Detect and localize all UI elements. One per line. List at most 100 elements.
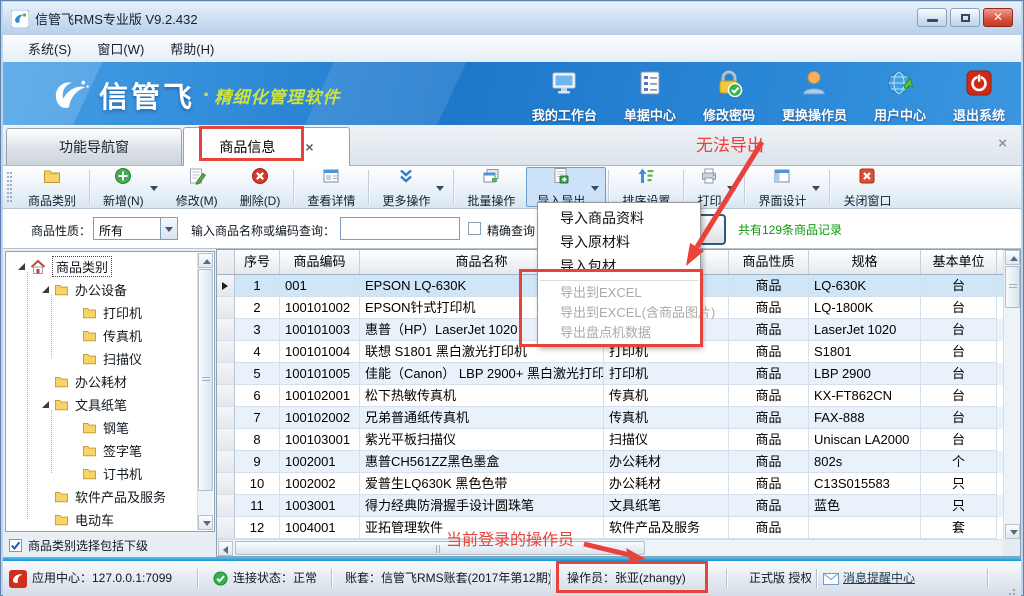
category-button[interactable]: 商品类别 — [17, 167, 87, 207]
tree-item-root[interactable]: 商品类别 — [6, 255, 197, 278]
tree-item[interactable]: 办公耗材 — [6, 370, 197, 393]
scroll-down-icon[interactable] — [1005, 524, 1020, 539]
header-spec[interactable]: 规格 — [809, 250, 921, 274]
panel-close-icon[interactable]: × — [998, 135, 1007, 152]
menu-window[interactable]: 窗口(W) — [84, 35, 157, 62]
exit-system-button[interactable]: 退出系统 — [953, 69, 1005, 124]
scroll-up-icon[interactable] — [1005, 250, 1020, 265]
maximize-button[interactable] — [950, 8, 980, 27]
category-folder-icon — [43, 167, 61, 190]
expander-icon[interactable] — [42, 286, 49, 293]
folder-icon — [54, 283, 69, 296]
tree-item[interactable]: 电动车 — [6, 508, 197, 531]
print-button[interactable]: 打印 — [686, 167, 742, 207]
menu-item-import-materials[interactable]: 导入原材料 — [538, 230, 700, 254]
envelope-icon — [823, 573, 839, 585]
edit-button[interactable]: 修改(M) — [165, 167, 229, 207]
tree-item[interactable]: 签字笔 — [6, 439, 197, 462]
delete-icon — [251, 167, 269, 190]
brand-swoosh-icon — [49, 76, 91, 114]
exact-match-label: 精确查询 — [487, 222, 535, 239]
toolbar: 商品类别 新增(N) 修改(M) 删除(D) 查看详情 更多操作 — [3, 165, 1021, 209]
header-unit[interactable]: 基本单位 — [921, 250, 997, 274]
add-button[interactable]: 新增(N) — [92, 167, 165, 207]
view-detail-button[interactable]: 查看详情 — [296, 167, 366, 207]
record-count: 共有129条商品记录 — [738, 221, 842, 238]
batch-actions-button[interactable]: 批量操作 — [456, 167, 526, 207]
user-center-icon — [886, 69, 914, 105]
menu-item-import-products[interactable]: 导入商品资料 — [538, 206, 700, 230]
tree-scrollbar[interactable] — [197, 253, 213, 530]
tree-item[interactable]: 软件产品及服务 — [6, 485, 197, 508]
scroll-up-icon[interactable] — [198, 253, 213, 268]
tree-item[interactable]: 文具纸笔 — [6, 393, 197, 416]
scrollbar-thumb[interactable] — [198, 269, 213, 491]
menu-bar: 系统(S) 窗口(W) 帮助(H) — [3, 35, 1021, 62]
table-row[interactable]: 8100103001紫光平板扫描仪扫描仪商品Uniscan LA2000台 — [217, 429, 1020, 451]
nature-select[interactable]: 所有 — [93, 217, 178, 240]
menu-system[interactable]: 系统(S) — [15, 35, 84, 62]
document-center-button[interactable]: 单据中心 — [624, 69, 676, 124]
include-sub-label: 商品类别选择包括下级 — [28, 537, 148, 554]
import-export-button[interactable]: 导入导出 — [526, 167, 606, 207]
table-row[interactable]: 121004001亚拓管理软件软件产品及服务商品套 — [217, 517, 1020, 539]
user-center-button[interactable]: 用户中心 — [874, 69, 926, 124]
header-seq[interactable]: 序号 — [235, 250, 280, 274]
search-label: 输入商品名称或编码查询： — [191, 222, 335, 239]
tree-item[interactable]: 钢笔 — [6, 416, 197, 439]
tree-item[interactable]: 订书机 — [6, 462, 197, 485]
window-title: 信管飞RMS专业版 V9.2.432 — [35, 9, 198, 28]
minimize-button[interactable] — [917, 8, 947, 27]
more-actions-button[interactable]: 更多操作 — [371, 167, 451, 207]
sort-settings-button[interactable]: 排序设置 — [611, 167, 681, 207]
tab-function-nav[interactable]: 功能导航窗 — [6, 128, 182, 165]
scroll-down-icon[interactable] — [198, 515, 213, 530]
tree-item[interactable]: 打印机 — [6, 301, 197, 324]
connection-status: 连接状态：正常 — [233, 561, 317, 596]
table-row[interactable]: 91002001惠普CH561ZZ黑色墨盒办公耗材商品802s个 — [217, 451, 1020, 473]
change-password-button[interactable]: 修改密码 — [703, 69, 755, 124]
close-button[interactable]: ✕ — [983, 8, 1013, 27]
tree-item[interactable]: 传真机 — [6, 324, 197, 347]
print-icon — [700, 167, 718, 190]
close-icon: ✕ — [993, 10, 1003, 24]
scrollbar-thumb[interactable] — [1005, 266, 1020, 308]
scrollbar-thumb[interactable] — [235, 541, 645, 555]
title-bar: 信管飞RMS专业版 V9.2.432 ✕ — [3, 2, 1021, 35]
table-row[interactable]: 5100101005佳能（Canon） LBP 2900+ 黑白激光打印机打印机… — [217, 363, 1020, 385]
exact-match-checkbox[interactable] — [468, 222, 481, 235]
table-row[interactable]: 6100102001松下热敏传真机传真机商品KX-FT862CN台 — [217, 385, 1020, 407]
dropdown-arrow-icon — [812, 186, 820, 191]
tab-close-icon[interactable]: × — [305, 140, 313, 154]
message-center-link[interactable]: 消息提醒中心 — [843, 561, 915, 596]
expander-icon[interactable] — [18, 263, 25, 270]
scroll-left-icon[interactable] — [218, 541, 233, 556]
chevron-down-icon[interactable] — [160, 218, 177, 239]
maximize-icon — [961, 14, 970, 22]
header-code[interactable]: 商品编码 — [280, 250, 360, 274]
table-hscrollbar[interactable] — [217, 539, 1003, 556]
app-logo-icon — [11, 10, 29, 28]
folder-icon — [54, 513, 69, 526]
workbench-button[interactable]: 我的工作台 — [532, 69, 597, 124]
ui-design-button[interactable]: 界面设计 — [747, 167, 827, 207]
close-window-button[interactable]: 关闭窗口 — [832, 167, 902, 207]
menu-help[interactable]: 帮助(H) — [157, 35, 227, 62]
tree-item[interactable]: 扫描仪 — [6, 347, 197, 370]
table-vscrollbar[interactable] — [1003, 250, 1020, 539]
header-nature[interactable]: 商品性质 — [729, 250, 809, 274]
brand-name: 信管飞 — [99, 74, 195, 116]
include-sub-checkbox[interactable] — [9, 539, 22, 552]
table-row[interactable]: 111003001得力经典防滑握手设计圆珠笔文具纸笔商品蓝色只 — [217, 495, 1020, 517]
table-row[interactable]: 7100102002兄弟普通纸传真机传真机商品FAX-888台 — [217, 407, 1020, 429]
expander-icon[interactable] — [42, 401, 49, 408]
edition-status: 正式版 授权 — [749, 561, 811, 596]
search-input[interactable] — [340, 217, 460, 240]
tree-item[interactable]: 办公设备 — [6, 278, 197, 301]
switch-operator-button[interactable]: 更换操作员 — [782, 69, 847, 124]
annotation-box-tab — [199, 126, 304, 161]
annotation-box-operator — [556, 561, 708, 593]
delete-button[interactable]: 删除(D) — [229, 167, 292, 207]
resize-grip[interactable] — [1013, 589, 1015, 591]
table-row[interactable]: 101002002爱普生LQ630K 黑色色带办公耗材商品C13S015583只 — [217, 473, 1020, 495]
